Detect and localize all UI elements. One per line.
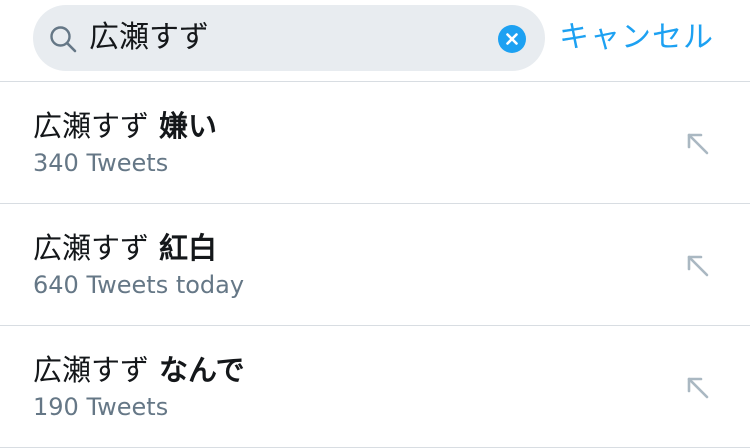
suggestion-query: 広瀬すず — [33, 231, 150, 265]
search-field[interactable] — [33, 5, 545, 71]
suggestion-completion: 嫌い — [159, 109, 218, 143]
suggestion-query: 広瀬すず — [33, 353, 150, 387]
clear-search-button[interactable] — [498, 25, 526, 53]
cancel-button[interactable]: キャンセル — [559, 13, 714, 63]
arrow-up-left-icon[interactable] — [683, 373, 713, 403]
suggestion-completion: なんで — [159, 353, 245, 387]
search-input[interactable] — [89, 14, 479, 62]
suggestion-item[interactable]: 広瀬すず 嫌い 340 Tweets — [0, 82, 750, 204]
clear-x-icon — [506, 33, 518, 45]
search-header: キャンセル — [0, 0, 750, 80]
suggestion-count: 640 Tweets today — [33, 271, 245, 299]
arrow-up-left-icon[interactable] — [683, 129, 713, 159]
search-icon — [49, 25, 77, 53]
suggestion-title: 広瀬すず なんで — [33, 352, 245, 388]
search-screen: キャンセル 広瀬すず嫌い 340 Tweets 広瀬すず紅白 640 Tweet… — [0, 0, 750, 448]
suggestion-title: 広瀬すず 嫌い — [33, 108, 217, 144]
suggestion-list: 広瀬すず 嫌い 340 Tweets 広瀬すず 紅白 640 Tweets toda… — [0, 82, 750, 448]
arrow-up-left-icon[interactable] — [683, 251, 713, 281]
suggestion-count: 340 Tweets — [33, 149, 169, 177]
suggestion-item[interactable]: 広瀬すず なんで 190 Tweets — [0, 326, 750, 448]
suggestion-title: 広瀬すず 紅白 — [33, 230, 217, 266]
suggestion-query: 広瀬すず — [33, 109, 150, 143]
suggestion-completion: 紅白 — [159, 231, 218, 265]
suggestion-item[interactable]: 広瀬すず 紅白 640 Tweets today — [0, 204, 750, 326]
suggestion-count: 190 Tweets — [33, 393, 169, 421]
